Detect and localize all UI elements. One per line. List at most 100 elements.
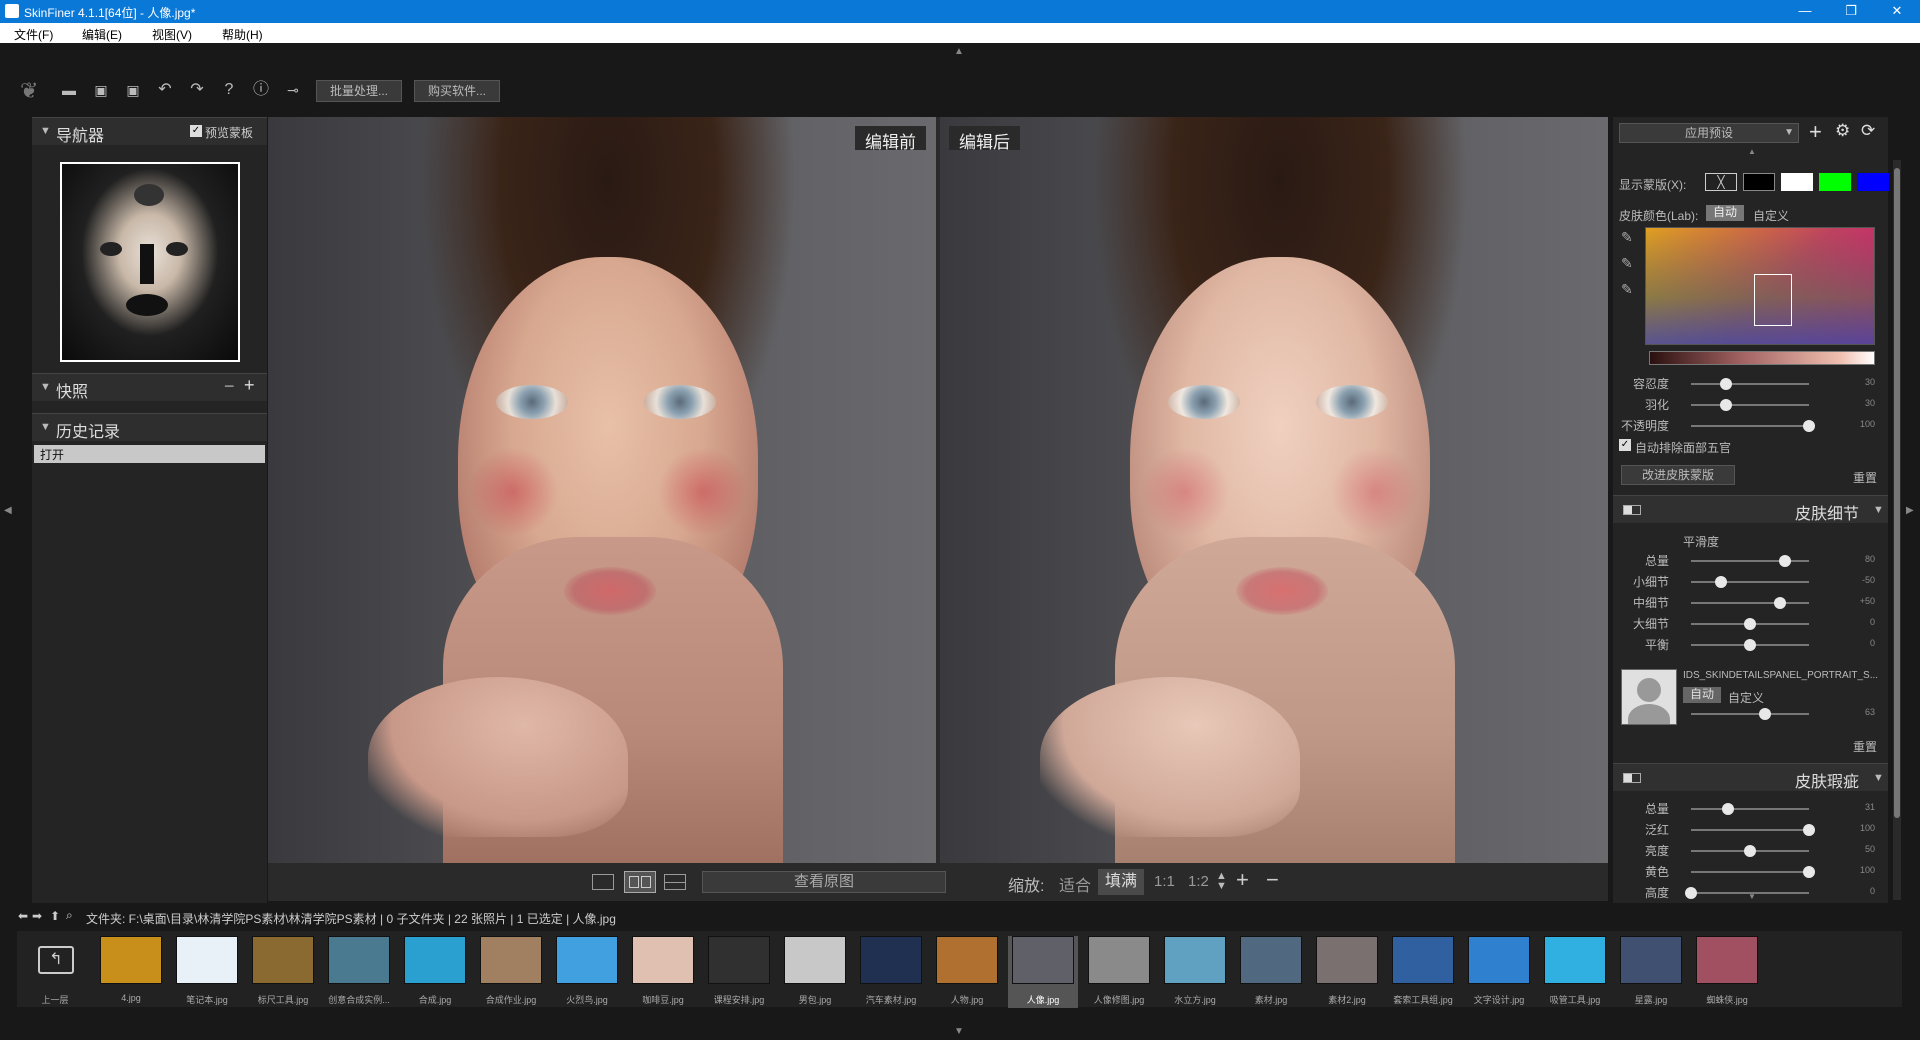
reset-detail-button[interactable]: 重置 <box>1853 738 1877 755</box>
slider-track[interactable] <box>1691 581 1809 583</box>
plugin-icon[interactable]: ⊸ <box>283 80 303 102</box>
filmstrip-thumbnail[interactable]: 人像.jpg <box>1008 936 1078 1008</box>
eyedropper-icon[interactable]: ✎ <box>1621 229 1633 246</box>
batch-process-button[interactable]: 批量处理... <box>316 80 402 102</box>
add-snapshot-icon[interactable]: + <box>244 375 255 396</box>
close-button[interactable]: ✕ <box>1874 0 1920 23</box>
after-image[interactable] <box>940 117 1608 863</box>
slider-track[interactable] <box>1691 560 1809 562</box>
filmstrip-thumbnail[interactable]: 4.jpg <box>96 936 166 1008</box>
slider-knob[interactable] <box>1744 618 1756 630</box>
filmstrip-thumbnail[interactable]: 男包.jpg <box>780 936 850 1008</box>
filmstrip-thumbnail[interactable]: 合成作业.jpg <box>476 936 546 1008</box>
split-view-icon[interactable] <box>624 871 656 893</box>
scroll-up-icon[interactable]: ▲ <box>1748 147 1756 156</box>
menu-file[interactable]: 文件(F) <box>14 26 53 43</box>
open-folder-icon[interactable]: ▬ <box>60 80 78 102</box>
toggle-icon[interactable] <box>1623 773 1641 783</box>
slider-knob[interactable] <box>1714 576 1727 588</box>
preview-mask-checkbox[interactable]: ✓ <box>190 125 202 137</box>
menu-edit[interactable]: 编辑(E) <box>82 26 122 43</box>
filmstrip-thumbnail[interactable]: 人像修图.jpg <box>1084 936 1154 1008</box>
search-icon[interactable]: ⌕ <box>66 908 73 923</box>
eyedropper-add-icon[interactable]: ✎ <box>1621 255 1633 272</box>
filmstrip-thumbnail[interactable]: 课程安排.jpg <box>704 936 774 1008</box>
slider-track[interactable] <box>1691 425 1809 427</box>
slider-knob[interactable] <box>1721 803 1734 815</box>
filmstrip-thumbnail[interactable]: 星露.jpg <box>1616 936 1686 1008</box>
filmstrip-thumbnail[interactable]: 咖啡豆.jpg <box>628 936 698 1008</box>
view-original-button[interactable]: 查看原图 <box>702 871 946 893</box>
mask-white-swatch[interactable] <box>1781 173 1813 191</box>
up-icon[interactable]: ⬆ <box>50 909 60 923</box>
refresh-icon[interactable]: ⟳ <box>1861 121 1875 141</box>
slider-knob[interactable] <box>1744 639 1756 651</box>
maximize-button[interactable]: ❐ <box>1828 0 1874 23</box>
slider-knob[interactable] <box>1779 555 1792 567</box>
slider-track[interactable] <box>1691 892 1809 894</box>
undo-icon[interactable]: ↶ <box>156 80 174 102</box>
mask-none-swatch[interactable]: ╳ <box>1705 173 1737 191</box>
filmstrip-thumbnail[interactable]: 汽车素材.jpg <box>856 936 926 1008</box>
menu-view[interactable]: 视图(V) <box>152 26 192 43</box>
redo-icon[interactable]: ↷ <box>188 80 206 102</box>
help-icon[interactable]: ? <box>220 80 238 102</box>
slider-knob[interactable] <box>1720 378 1733 390</box>
zoom-in-icon[interactable]: + <box>1236 867 1249 893</box>
history-item[interactable]: 打开 <box>34 445 265 463</box>
split-divider[interactable] <box>936 117 940 863</box>
forward-icon[interactable]: ➡ <box>32 909 42 923</box>
filmstrip-thumbnail[interactable]: 创意合成实例... <box>324 936 394 1008</box>
slider-knob[interactable] <box>1744 845 1756 857</box>
filmstrip-thumbnail[interactable]: 人物.jpg <box>932 936 1002 1008</box>
auto-exclude-checkbox[interactable]: ✓ <box>1619 439 1631 451</box>
skin-tone-gradient[interactable] <box>1649 351 1875 365</box>
zoom-1-2-button[interactable]: 1:2 <box>1188 873 1209 890</box>
horizontal-split-icon[interactable] <box>664 874 686 890</box>
slider-knob[interactable] <box>1803 824 1815 836</box>
single-view-icon[interactable] <box>592 874 614 890</box>
filmstrip-thumbnail[interactable]: 套索工具组.jpg <box>1388 936 1458 1008</box>
eyedropper-subtract-icon[interactable]: ✎ <box>1621 281 1633 298</box>
portrait-auto-button[interactable]: 自动 <box>1683 687 1721 703</box>
collapse-bottom-icon[interactable]: ▼ <box>954 1026 964 1037</box>
slider-track[interactable] <box>1691 871 1809 873</box>
save-as-icon[interactable]: ▣ <box>124 80 142 102</box>
mask-blue-swatch[interactable] <box>1857 173 1889 191</box>
save-icon[interactable]: ▣ <box>92 80 110 102</box>
slider-knob[interactable] <box>1720 399 1733 411</box>
gear-icon[interactable]: ⚙ <box>1835 121 1850 141</box>
menu-help[interactable]: 帮助(H) <box>222 26 263 43</box>
scrollbar-thumb[interactable] <box>1894 168 1900 818</box>
skin-detail-header[interactable]: 皮肤细节 ▼ <box>1613 495 1888 523</box>
slider-knob[interactable] <box>1803 420 1815 432</box>
snapshots-header[interactable]: ▼ 快照 − + <box>32 373 267 401</box>
slider-knob[interactable] <box>1803 866 1815 878</box>
skin-color-custom-button[interactable]: 自定义 <box>1753 207 1789 224</box>
preset-dropdown[interactable]: 应用预设 ▼ <box>1619 123 1799 143</box>
buy-software-button[interactable]: 购买软件... <box>414 80 500 102</box>
zoom-fill-button[interactable]: 填满 <box>1098 869 1144 895</box>
filmstrip-thumbnail[interactable]: 标尺工具.jpg <box>248 936 318 1008</box>
history-header[interactable]: ▼ 历史记录 <box>32 413 267 441</box>
slider-track[interactable] <box>1691 602 1809 604</box>
color-range-box[interactable] <box>1754 274 1792 326</box>
filmstrip-thumbnail[interactable]: ↰ 上一层 <box>20 936 90 1008</box>
zoom-out-icon[interactable]: − <box>1266 867 1279 893</box>
portrait-custom-button[interactable]: 自定义 <box>1728 689 1764 706</box>
minimize-button[interactable]: — <box>1782 0 1828 23</box>
before-image[interactable] <box>268 117 936 863</box>
mask-black-swatch[interactable] <box>1743 173 1775 191</box>
navigator-thumbnail[interactable] <box>60 162 240 362</box>
filmstrip-thumbnail[interactable]: 文字设计.jpg <box>1464 936 1534 1008</box>
slider-knob[interactable] <box>1685 887 1697 899</box>
back-icon[interactable]: ⬅ <box>18 909 28 923</box>
filmstrip-thumbnail[interactable]: 吸管工具.jpg <box>1540 936 1610 1008</box>
zoom-spinner-icon[interactable]: ▲ ▼ <box>1216 871 1227 892</box>
skin-color-picker[interactable] <box>1645 227 1875 345</box>
zoom-fit-button[interactable]: 适合 <box>1059 872 1091 896</box>
improve-mask-button[interactable]: 改进皮肤蒙版 <box>1621 465 1735 485</box>
toggle-icon[interactable] <box>1623 505 1641 515</box>
navigator-header[interactable]: ▼ 导航器 ✓ 预览蒙板 <box>32 117 267 145</box>
filmstrip-thumbnail[interactable]: 素材.jpg <box>1236 936 1306 1008</box>
